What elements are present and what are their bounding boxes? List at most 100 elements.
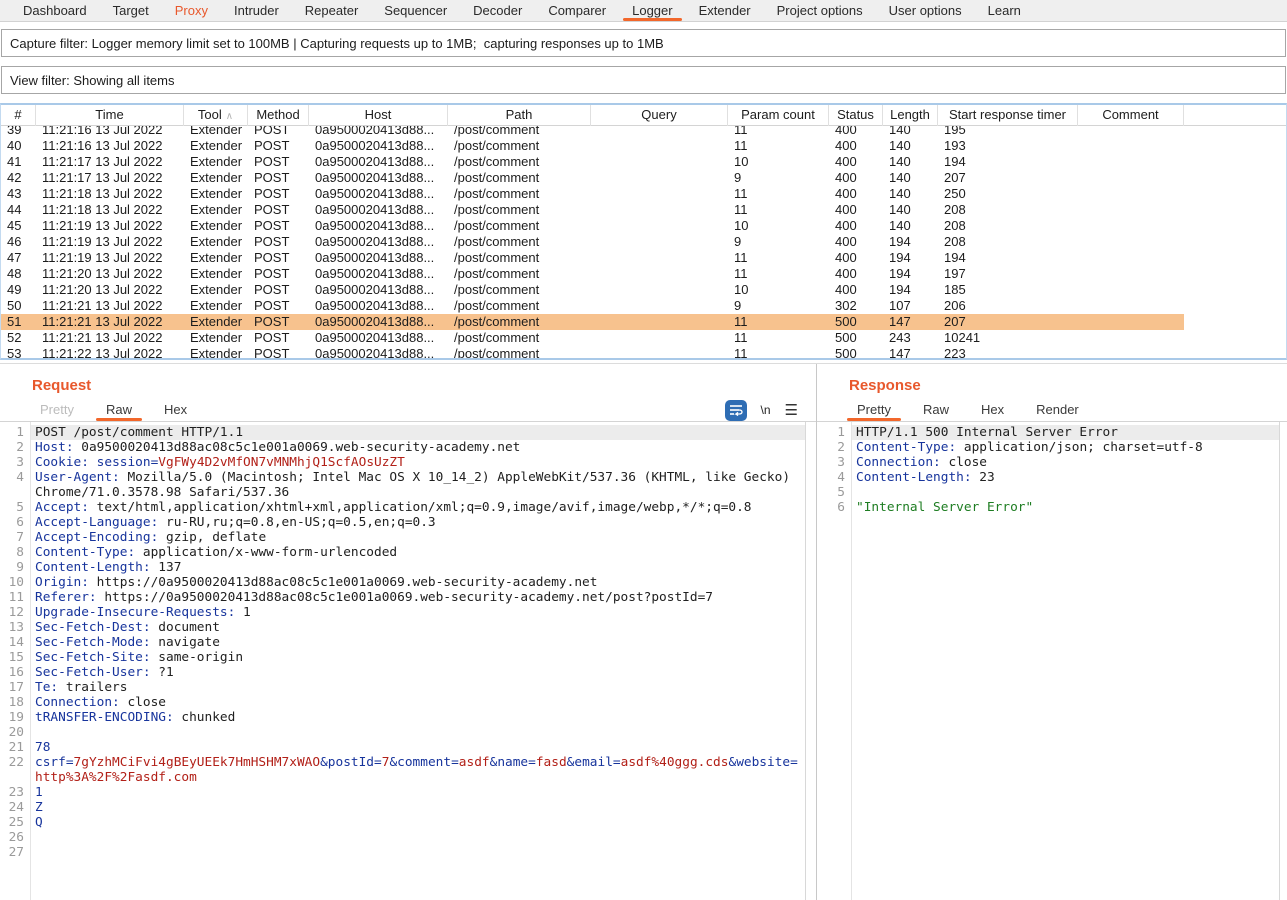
cell-param-count: 11 [728, 138, 829, 154]
table-row[interactable]: 4211:21:17 13 Jul 2022ExtenderPOST0a9500… [1, 170, 1286, 186]
cell-path: /post/comment [448, 298, 591, 314]
cell-method: POST [248, 126, 309, 138]
column-header-path[interactable]: Path [448, 105, 591, 126]
cell-timer: 250 [938, 186, 1078, 202]
column-header-method[interactable]: Method [248, 105, 309, 126]
cell-tool: Extender [184, 154, 248, 170]
response-tab-bar: PrettyRawHexRender [817, 398, 1287, 422]
column-header-status[interactable]: Status [829, 105, 883, 126]
cell-time: 11:21:16 13 Jul 2022 [36, 126, 184, 138]
menu-tab-target[interactable]: Target [100, 0, 162, 21]
request-line: 2178 [4, 740, 805, 755]
line-number: 17 [4, 680, 30, 695]
table-row[interactable]: 5111:21:21 13 Jul 2022ExtenderPOST0a9500… [1, 314, 1286, 330]
request-tab-raw[interactable]: Raw [90, 398, 148, 421]
request-line: 10Origin: https://0a9500020413d88ac08c5c… [4, 575, 805, 590]
cell-length: 147 [883, 314, 938, 330]
line-number: 21 [4, 740, 30, 755]
cell-param-count: 9 [728, 234, 829, 250]
request-line: 27 [4, 845, 805, 860]
response-line: 5 [825, 485, 1279, 500]
response-tab-render[interactable]: Render [1020, 398, 1095, 421]
request-line: 26 [4, 830, 805, 845]
table-row[interactable]: 5311:21:22 13 Jul 2022ExtenderPOST0a9500… [1, 346, 1286, 358]
line-content: Accept-Encoding: gzip, deflate [30, 530, 805, 545]
menu-tab-user-options[interactable]: User options [876, 0, 975, 21]
table-row[interactable]: 4911:21:20 13 Jul 2022ExtenderPOST0a9500… [1, 282, 1286, 298]
line-content: Connection: close [30, 695, 805, 710]
table-row[interactable]: 4711:21:19 13 Jul 2022ExtenderPOST0a9500… [1, 250, 1286, 266]
menu-tab-dashboard[interactable]: Dashboard [10, 0, 100, 21]
request-title: Request [32, 377, 816, 394]
table-body[interactable]: 3911:21:16 13 Jul 2022ExtenderPOST0a9500… [1, 126, 1286, 358]
response-line: 3Connection: close [825, 455, 1279, 470]
table-row[interactable]: 4311:21:18 13 Jul 2022ExtenderPOST0a9500… [1, 186, 1286, 202]
menu-tab-project-options[interactable]: Project options [764, 0, 876, 21]
column-header-param-count[interactable]: Param count [728, 105, 829, 126]
line-content: Sec-Fetch-Site: same-origin [30, 650, 805, 665]
response-tab-hex[interactable]: Hex [965, 398, 1020, 421]
column-header-start-response-timer[interactable]: Start response timer [938, 105, 1078, 126]
line-number: 24 [4, 800, 30, 815]
menu-tab-decoder[interactable]: Decoder [460, 0, 535, 21]
cell-time: 11:21:20 13 Jul 2022 [36, 282, 184, 298]
cell-comment [1078, 250, 1184, 266]
menu-tab-proxy[interactable]: Proxy [162, 0, 221, 21]
column-header-host[interactable]: Host [309, 105, 448, 126]
menu-tab-sequencer[interactable]: Sequencer [371, 0, 460, 21]
cell-method: POST [248, 218, 309, 234]
table-row[interactable]: 5011:21:21 13 Jul 2022ExtenderPOST0a9500… [1, 298, 1286, 314]
response-tab-raw[interactable]: Raw [907, 398, 965, 421]
table-row[interactable]: 4811:21:20 13 Jul 2022ExtenderPOST0a9500… [1, 266, 1286, 282]
menu-tab-repeater[interactable]: Repeater [292, 0, 371, 21]
column-header-time[interactable]: Time [36, 105, 184, 126]
word-wrap-toggle-icon[interactable] [725, 400, 747, 421]
cell-timer: 10241 [938, 330, 1078, 346]
column-header-comment[interactable]: Comment [1078, 105, 1184, 126]
cell-timer: 208 [938, 202, 1078, 218]
line-content: Host: 0a9500020413d88ac08c5c1e001a0069.w… [30, 440, 805, 455]
request-editor[interactable]: 1POST /post/comment HTTP/1.12Host: 0a950… [4, 422, 806, 900]
request-tab-hex[interactable]: Hex [148, 398, 203, 421]
column-header-length[interactable]: Length [883, 105, 938, 126]
menu-tab-logger[interactable]: Logger [619, 0, 685, 21]
cell-filler [1184, 170, 1286, 186]
column-header-query[interactable]: Query [591, 105, 728, 126]
menu-tab-comparer[interactable]: Comparer [535, 0, 619, 21]
table-row[interactable]: 4011:21:16 13 Jul 2022ExtenderPOST0a9500… [1, 138, 1286, 154]
line-number: 16 [4, 665, 30, 680]
cell-method: POST [248, 282, 309, 298]
cell-query [591, 218, 728, 234]
cell-query [591, 138, 728, 154]
cell-path: /post/comment [448, 314, 591, 330]
table-row[interactable]: 4111:21:17 13 Jul 2022ExtenderPOST0a9500… [1, 154, 1286, 170]
table-row[interactable]: 4411:21:18 13 Jul 2022ExtenderPOST0a9500… [1, 202, 1286, 218]
capture-filter-bar[interactable]: Capture filter: Logger memory limit set … [1, 29, 1286, 57]
cell-host: 0a9500020413d88... [309, 330, 448, 346]
cell-host: 0a9500020413d88... [309, 298, 448, 314]
menu-tab-intruder[interactable]: Intruder [221, 0, 292, 21]
line-number: 27 [4, 845, 30, 860]
menu-tab-extender[interactable]: Extender [686, 0, 764, 21]
menu-tab-learn[interactable]: Learn [975, 0, 1034, 21]
view-filter-bar[interactable]: View filter: Showing all items [1, 66, 1286, 94]
table-row[interactable]: 4511:21:19 13 Jul 2022ExtenderPOST0a9500… [1, 218, 1286, 234]
request-line: 1POST /post/comment HTTP/1.1 [4, 425, 805, 440]
cell-status: 400 [829, 266, 883, 282]
request-tab-bar: PrettyRawHex \n ☰ [0, 398, 816, 422]
column-header-number[interactable]: # [1, 105, 36, 126]
table-row[interactable]: 3911:21:16 13 Jul 2022ExtenderPOST0a9500… [1, 126, 1286, 138]
column-header-tool[interactable]: Tool∧ [184, 105, 248, 126]
cell-path: /post/comment [448, 346, 591, 358]
line-number: 23 [4, 785, 30, 800]
request-line: 22csrf=7gYzhMCiFvi4gBEyUEEk7HmHSHM7xWAO&… [4, 755, 805, 785]
newline-visualization-icon[interactable]: \n [761, 403, 771, 417]
response-editor[interactable]: 1HTTP/1.1 500 Internal Server Error2Cont… [825, 422, 1280, 900]
editor-menu-icon[interactable]: ☰ [785, 401, 798, 419]
response-tab-pretty[interactable]: Pretty [841, 398, 907, 421]
table-row[interactable]: 5211:21:21 13 Jul 2022ExtenderPOST0a9500… [1, 330, 1286, 346]
cell-path: /post/comment [448, 218, 591, 234]
cell-param-count: 11 [728, 186, 829, 202]
line-number: 5 [825, 485, 851, 500]
table-row[interactable]: 4611:21:19 13 Jul 2022ExtenderPOST0a9500… [1, 234, 1286, 250]
